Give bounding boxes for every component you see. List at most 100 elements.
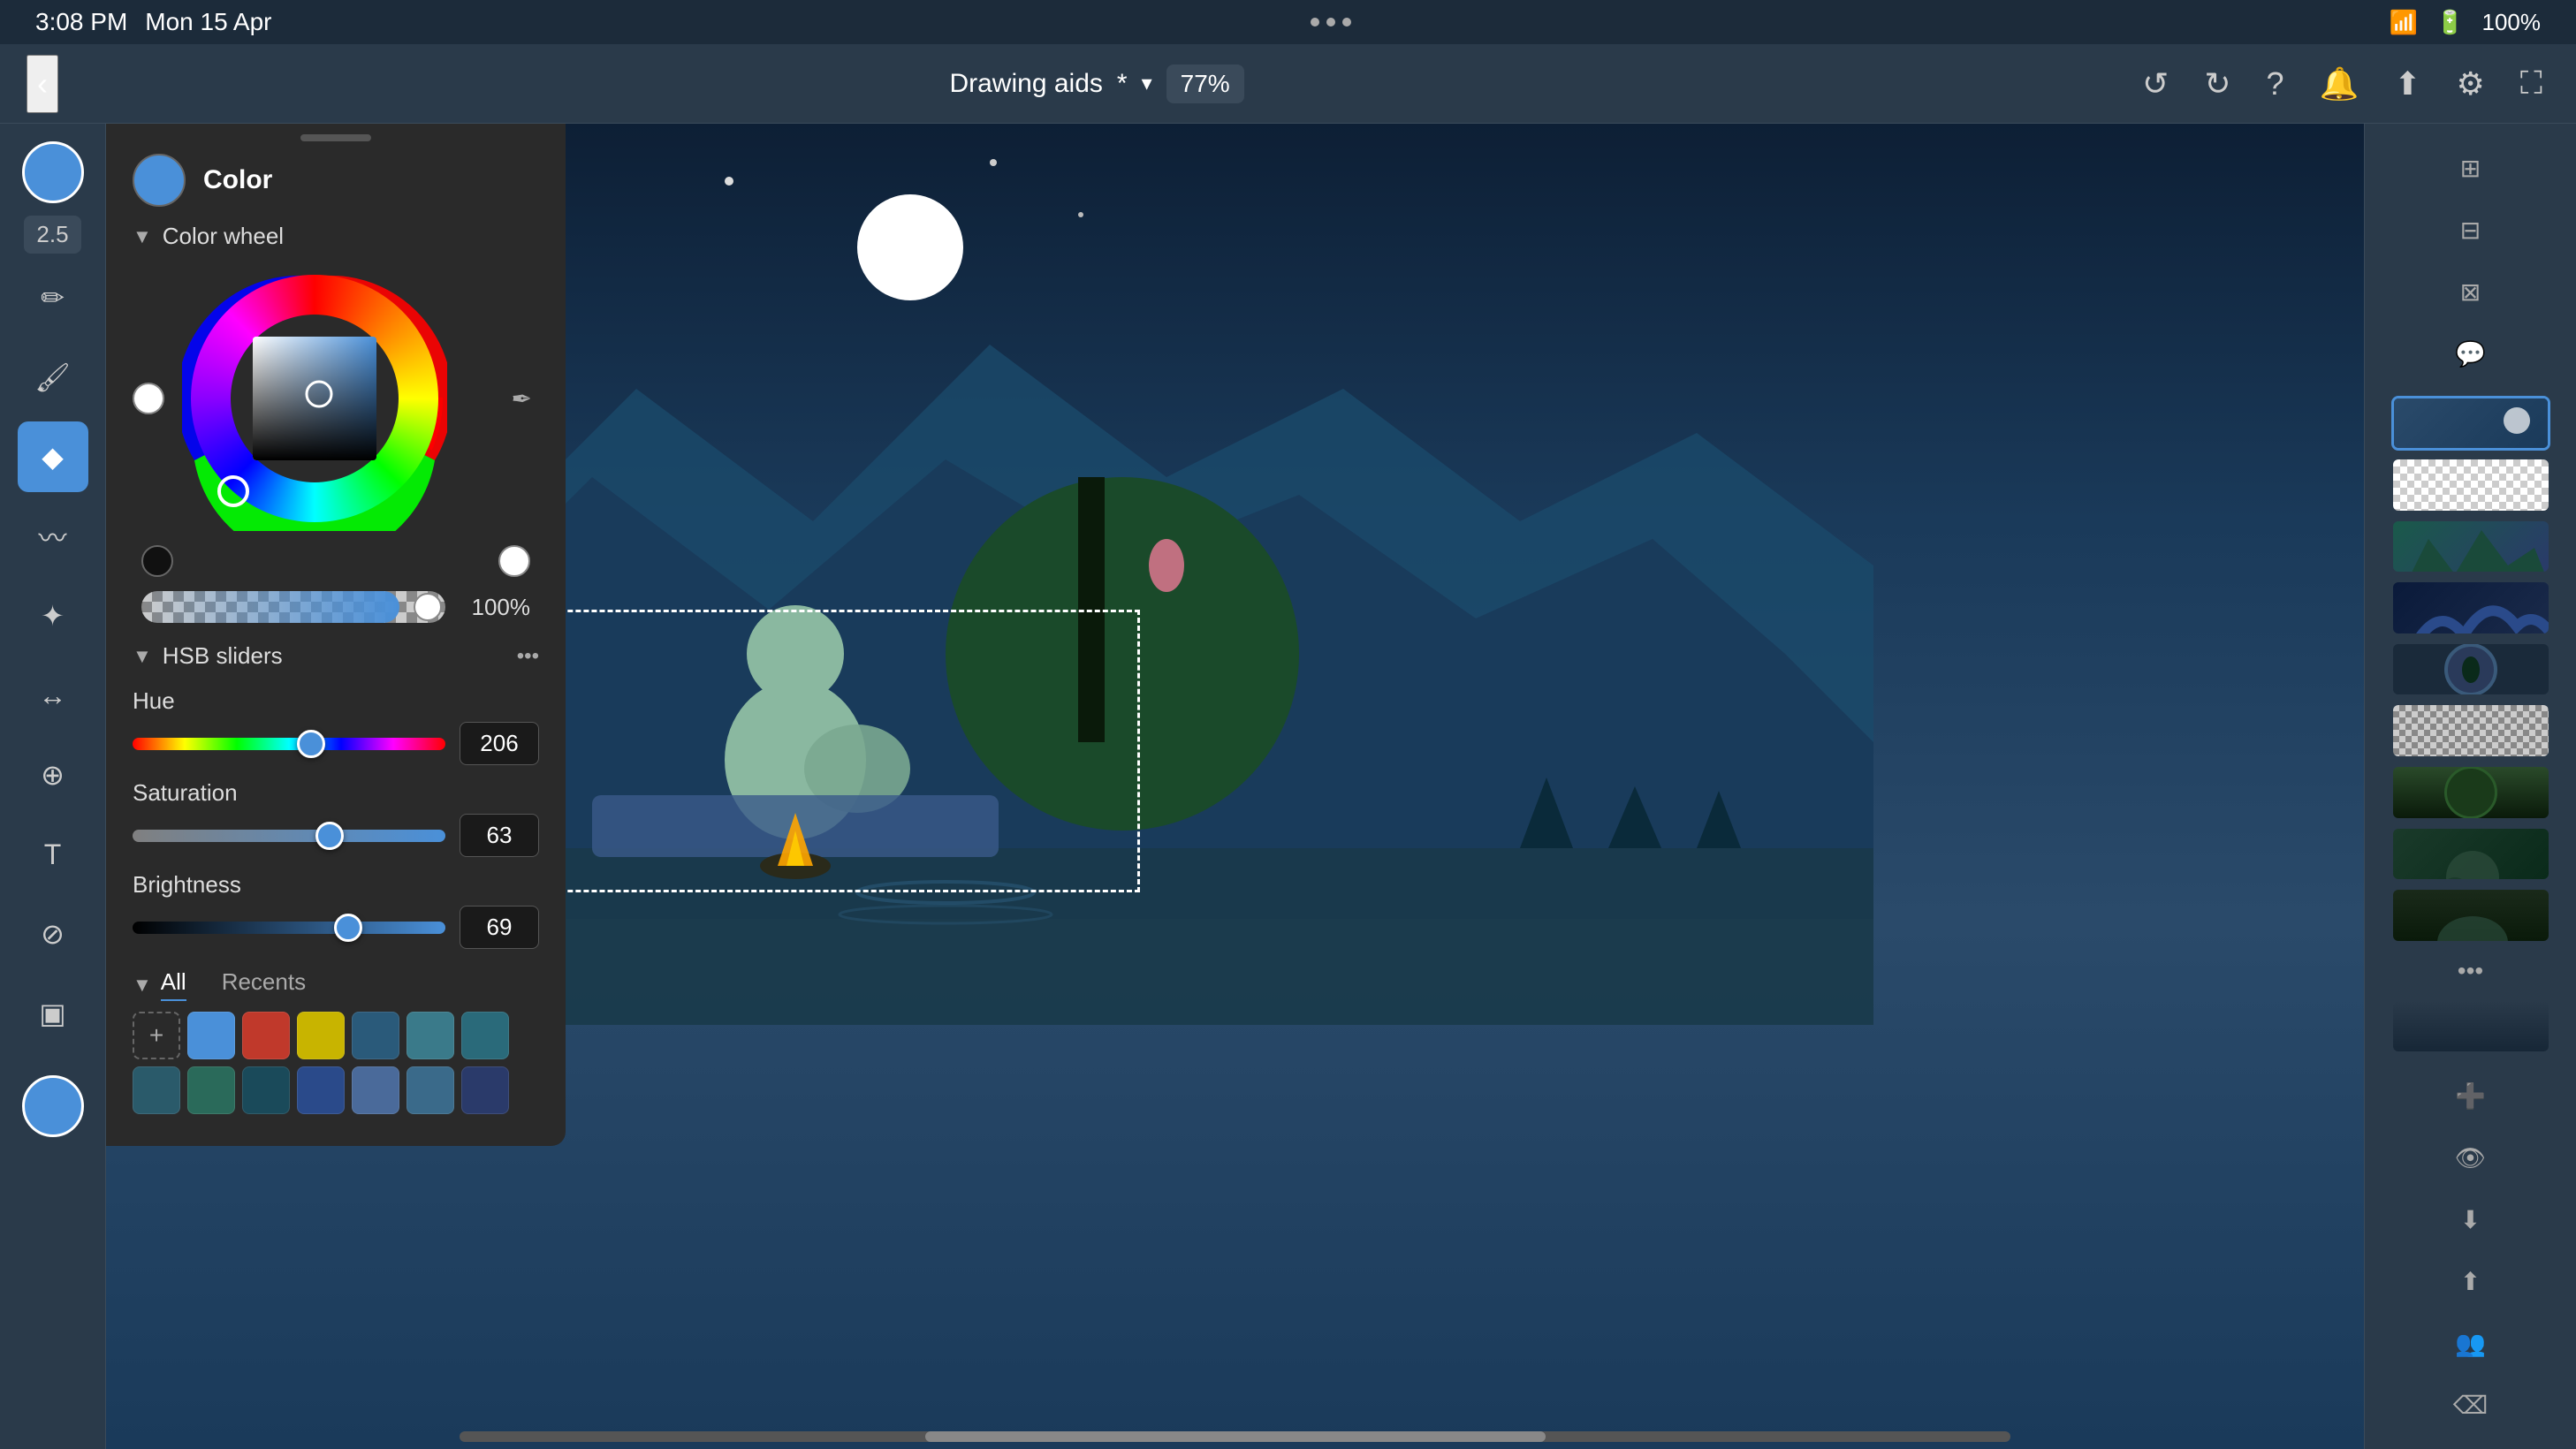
swatch-12[interactable]	[407, 1066, 454, 1114]
swatch-6[interactable]	[461, 1012, 509, 1059]
unsaved-indicator: *	[1117, 69, 1128, 99]
add-layer-button[interactable]: ➕	[2444, 1069, 2497, 1122]
layer-2-preview	[2393, 459, 2549, 511]
canvas-scrollbar[interactable]	[460, 1431, 2010, 1442]
layer-7-preview	[2393, 767, 2549, 818]
left-toolbar: 2.5 ✏ 🖌 ◆ 〰 ✦ ↔ ⊕ T ⊘ ▣	[0, 124, 106, 1449]
group-icon[interactable]: 👥	[2444, 1316, 2497, 1369]
layer-thumb-2[interactable]	[2391, 458, 2550, 512]
hsb-section-label: HSB sliders	[163, 642, 283, 670]
share-button[interactable]: ⬆	[2387, 58, 2428, 110]
hsb-more-button[interactable]: •••	[517, 644, 539, 669]
import-icon[interactable]: ⬇	[2444, 1193, 2497, 1246]
swatches-row-1: +	[133, 1012, 539, 1059]
fill-tool[interactable]: ◆	[18, 421, 88, 492]
help-button[interactable]: ?	[2259, 58, 2291, 110]
brightness-slider-thumb[interactable]	[334, 914, 362, 942]
brightness-slider-row: 69	[133, 906, 539, 949]
transform-tool[interactable]: ⊕	[18, 740, 88, 810]
layer-thumb-9[interactable]	[2391, 888, 2550, 943]
title-dropdown-arrow[interactable]: ▾	[1142, 71, 1152, 96]
brush-size-display[interactable]: 2.5	[24, 216, 80, 254]
layer-thumb-8[interactable]	[2391, 827, 2550, 882]
effects-tool[interactable]: ✦	[18, 580, 88, 651]
fullscreen-button[interactable]: ⛶	[2513, 57, 2549, 110]
swatch-4[interactable]	[352, 1012, 399, 1059]
swatches-section: ▼ All Recents +	[106, 956, 566, 1128]
redo-button[interactable]: ↻	[2197, 58, 2238, 110]
notifications-button[interactable]: 🔔	[2313, 58, 2367, 110]
swatch-7[interactable]	[133, 1066, 180, 1114]
hue-slider-track[interactable]	[133, 738, 445, 750]
layer-thumb-7[interactable]	[2391, 765, 2550, 820]
eyedropper-tool[interactable]: ⊘	[18, 899, 88, 969]
transparency-thumb[interactable]	[414, 593, 442, 621]
tab-recents[interactable]: Recents	[222, 968, 306, 1001]
gallery-tool[interactable]: ▣	[18, 978, 88, 1049]
back-button[interactable]: ‹	[27, 55, 58, 113]
layer-thumb-5[interactable]	[2391, 642, 2550, 697]
panel-title: Color	[203, 165, 272, 195]
layer-thumb-6[interactable]	[2391, 703, 2550, 758]
hue-slider-group: Hue 206	[106, 680, 566, 772]
paint-tool[interactable]: 🖌	[18, 342, 88, 413]
swatch-8[interactable]	[187, 1066, 235, 1114]
saturation-slider-track[interactable]	[133, 830, 445, 842]
grid-icon[interactable]: ⊠	[2444, 265, 2497, 318]
swatch-5[interactable]	[407, 1012, 454, 1059]
layer-1-preview	[2394, 398, 2548, 448]
hue-slider-thumb[interactable]	[297, 730, 325, 758]
brightness-value[interactable]: 69	[460, 906, 539, 949]
layer-thumb-10[interactable]	[2391, 999, 2550, 1054]
hsb-section-header[interactable]: ▼ HSB sliders •••	[106, 632, 566, 680]
color-wheel-svg[interactable]	[182, 266, 447, 531]
adjust-icon[interactable]: ⊟	[2444, 203, 2497, 256]
tab-all[interactable]: All	[161, 968, 186, 1001]
brightness-slider-track[interactable]	[133, 922, 445, 934]
swatch-10[interactable]	[297, 1066, 345, 1114]
comment-icon[interactable]: 💬	[2444, 327, 2497, 380]
color-wheel[interactable]	[182, 266, 447, 531]
settings-button[interactable]: ⚙	[2450, 58, 2492, 110]
transparency-slider[interactable]	[141, 591, 445, 623]
layer-6-preview	[2393, 705, 2549, 756]
zoom-level[interactable]: 77%	[1166, 64, 1244, 103]
eraser-tool[interactable]: 〰	[18, 501, 88, 572]
color-panel: Color ▼ Color wheel	[106, 124, 566, 1146]
saturation-slider-thumb[interactable]	[315, 822, 344, 850]
swatch-2[interactable]	[242, 1012, 290, 1059]
black-white-row	[133, 545, 539, 577]
color-circle-button[interactable]	[22, 1075, 84, 1137]
layer-thumb-1[interactable]	[2391, 396, 2550, 451]
brightness-slider-group: Brightness 69	[106, 864, 566, 956]
active-color-swatch[interactable]	[22, 141, 84, 203]
erase-right-icon[interactable]: ⌫	[2444, 1378, 2497, 1431]
white-color-dot[interactable]	[133, 383, 164, 414]
share-layer-icon[interactable]: ⬆	[2444, 1255, 2497, 1308]
layer-3-svg	[2393, 521, 2549, 573]
undo-button[interactable]: ↺	[2135, 58, 2176, 110]
hue-value[interactable]: 206	[460, 722, 539, 765]
white-color-button[interactable]	[498, 545, 530, 577]
swatches-section-header[interactable]: ▼ All Recents	[133, 963, 539, 1006]
layer-thumb-3[interactable]	[2391, 520, 2550, 574]
visible-icon[interactable]: 👁	[2444, 1131, 2497, 1184]
swatch-9[interactable]	[242, 1066, 290, 1114]
color-wheel-section-header[interactable]: ▼ Color wheel	[106, 216, 566, 257]
swatch-3[interactable]	[297, 1012, 345, 1059]
panel-color-preview[interactable]	[133, 154, 186, 207]
saturation-value[interactable]: 63	[460, 814, 539, 857]
swatch-13[interactable]	[461, 1066, 509, 1114]
scrollbar-thumb[interactable]	[925, 1431, 1546, 1442]
move-tool[interactable]: ↔	[18, 660, 88, 731]
layers-icon[interactable]: ⊞	[2444, 141, 2497, 194]
right-panel-tools: ⊞ ⊟ ⊠ 💬	[2444, 133, 2497, 389]
black-color-button[interactable]	[141, 545, 173, 577]
text-tool[interactable]: T	[18, 819, 88, 890]
layer-thumb-4[interactable]	[2391, 580, 2550, 635]
draw-tool[interactable]: ✏	[18, 262, 88, 333]
swatch-11[interactable]	[352, 1066, 399, 1114]
eyedropper-icon[interactable]: ✒	[505, 377, 539, 421]
add-swatch-button[interactable]: +	[133, 1012, 180, 1059]
swatch-1[interactable]	[187, 1012, 235, 1059]
